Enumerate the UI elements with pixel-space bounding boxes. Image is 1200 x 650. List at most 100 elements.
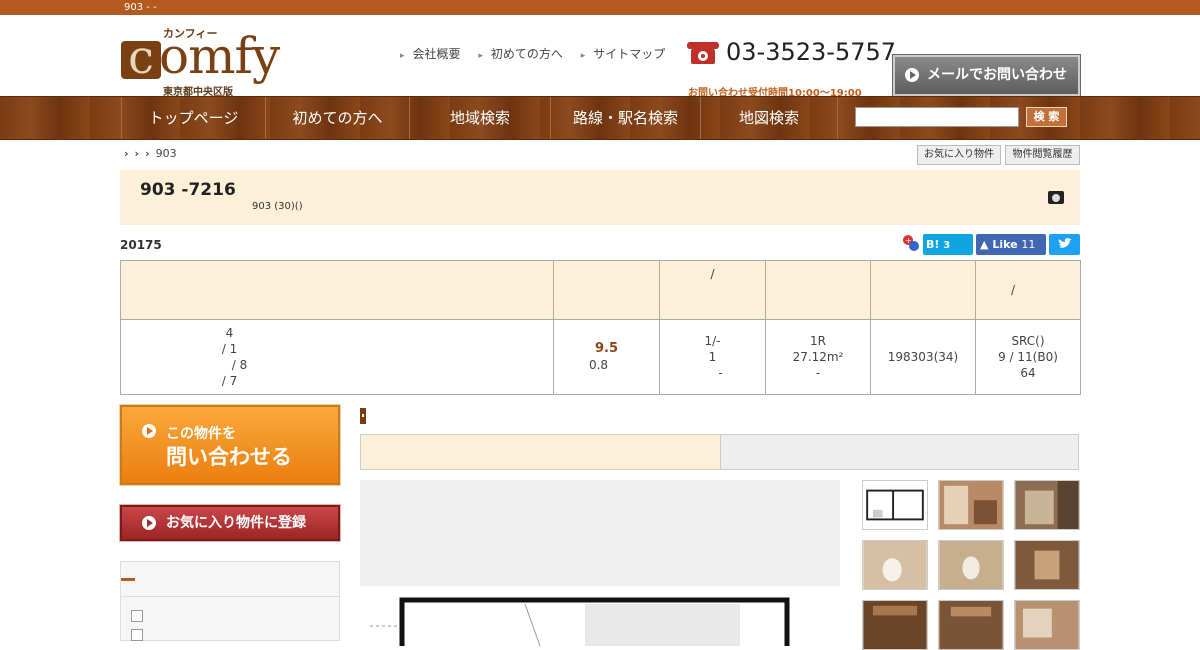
main-nav: トップページ 初めての方へ 地域検索 路線・駅名検索 地図検索 検 索 [0, 96, 1200, 140]
access-cell: 4 / 1 / 8 / 7 [120, 319, 554, 395]
share-icon[interactable]: + [902, 234, 920, 252]
telephone-icon [687, 42, 719, 64]
deposit-line: - [718, 366, 723, 380]
rent-cell: 9.5 0.8 [553, 319, 660, 395]
hatena-count: 3 [943, 240, 951, 251]
facebook-like-button[interactable]: ▲ Like 11 [976, 234, 1046, 255]
search-input[interactable] [855, 107, 1019, 127]
thumbnail-photo[interactable] [862, 600, 928, 650]
deposit-cell: 1/- 1 - [659, 319, 766, 395]
link-first-time[interactable]: 初めての方へ [478, 47, 563, 61]
mail-inquiry-label: メールでお問い合わせ [927, 67, 1067, 83]
thumbnail-photo[interactable] [1014, 540, 1080, 590]
tab-inactive[interactable] [720, 435, 1078, 469]
twitter-bird-icon [1058, 238, 1072, 248]
layout-line: 27.12m² [792, 350, 844, 364]
like-label: Like [992, 238, 1018, 251]
deposit-line: 1 [708, 350, 717, 364]
thumbnail-photo[interactable] [1014, 480, 1080, 530]
twitter-button[interactable] [1049, 234, 1080, 255]
table-header-cell: / [659, 260, 766, 320]
history-button[interactable]: 物件閲覧履歴 [1005, 145, 1080, 165]
logo-c-block: c [121, 34, 161, 80]
checkbox[interactable] [131, 629, 143, 641]
logo-word: omfy [159, 27, 280, 85]
table-header-row: / / [120, 260, 1081, 320]
breadcrumb-sep: › [145, 147, 150, 160]
section-marker [121, 578, 135, 581]
built-cell: 198303(34) [870, 319, 976, 395]
page-subtitle: 903 (30)() [252, 201, 303, 212]
structure-line: 9 / 11(B0) [998, 350, 1058, 364]
header: カンフィー c omfy 東京都中央区版 会社概要 初めての方へ サイトマップ … [0, 15, 1200, 99]
thumbnail-photo[interactable] [938, 540, 1004, 590]
access-line: / 8 [231, 358, 248, 372]
layout-line: 1R [810, 334, 826, 348]
inquire-property-button[interactable]: この物件を 問い合わせる [119, 404, 341, 486]
hatena-label: B! [926, 238, 940, 251]
update-date: 20175 [120, 238, 162, 252]
floor-plan-image [360, 586, 840, 646]
thumbnail-floorplan[interactable] [862, 480, 928, 530]
header-text: / [710, 267, 715, 281]
like-count: 11 [1021, 238, 1036, 251]
comfy-logo[interactable]: カンフィー c omfy 東京都中央区版 [121, 25, 286, 98]
nav-top[interactable]: トップページ [121, 97, 265, 139]
table-header-cell [765, 260, 871, 320]
phone-number[interactable]: 03-3523-5757 [726, 38, 896, 66]
inquire-small-label: この物件を [166, 426, 236, 442]
rent-fee: 0.8 [588, 358, 609, 372]
sidebar-box [120, 561, 340, 641]
table-row: 4 / 1 / 8 / 7 9.5 0.8 1/- 1 - 1R 27.12m²… [120, 319, 1081, 395]
nav-station-search[interactable]: 路線・駅名検索 [550, 97, 700, 139]
header-text: / [1010, 283, 1016, 297]
svg-text:+: + [905, 236, 912, 245]
property-title-box: 903 -7216 903 (30)() [120, 170, 1080, 225]
thumbnail-photo[interactable] [1014, 600, 1080, 650]
link-sitemap[interactable]: サイトマップ [581, 47, 666, 61]
rent-value: 9.5 [594, 341, 619, 356]
layout-cell: 1R 27.12m² - [765, 319, 871, 395]
breadcrumb-sep: › [134, 147, 140, 160]
main-photo-area [360, 480, 840, 586]
favorites-list-button[interactable]: お気に入り物件 [917, 145, 1001, 165]
access-line: 4 [225, 326, 234, 340]
section-marker [360, 408, 366, 424]
divider [121, 596, 339, 597]
breadcrumb: › › › 903 [124, 147, 177, 160]
add-favorite-label: お気に入り物件に登録 [166, 515, 306, 531]
nav-map-search[interactable]: 地図検索 [700, 97, 838, 139]
nav-area-search[interactable]: 地域検索 [409, 97, 550, 139]
structure-line: 64 [1020, 366, 1036, 380]
inquire-large-label: 問い合わせる [166, 445, 292, 469]
checkbox[interactable] [131, 610, 143, 622]
structure-line: SRC() [1011, 334, 1045, 348]
table-header-cell [870, 260, 976, 320]
thumbnail-photo[interactable] [938, 600, 1004, 650]
mail-inquiry-button[interactable]: メールでお問い合わせ [892, 54, 1081, 97]
access-line: / 7 [221, 374, 238, 388]
detail-tabs [360, 434, 1079, 470]
camera-icon[interactable] [1048, 191, 1064, 204]
search-button[interactable]: 検 索 [1026, 107, 1067, 127]
table-header-cell: / [975, 260, 1081, 320]
play-icon [142, 424, 156, 438]
link-company[interactable]: 会社概要 [400, 47, 461, 61]
structure-cell: SRC() 9 / 11(B0) 64 [975, 319, 1081, 395]
page-title: 903 -7216 [140, 180, 236, 200]
hatena-bookmark-button[interactable]: B! 3 [923, 234, 973, 255]
thumbnail-photo[interactable] [938, 480, 1004, 530]
layout-line: - [815, 366, 821, 380]
nav-first-time[interactable]: 初めての方へ [265, 97, 409, 139]
table-header-cell [120, 260, 554, 320]
top-strip: 903 - - [0, 0, 1200, 15]
deposit-line: 1/- [704, 334, 721, 348]
add-favorite-button[interactable]: お気に入り物件に登録 [119, 504, 341, 542]
play-icon [905, 68, 919, 82]
tab-active[interactable] [361, 435, 720, 469]
table-header-cell [553, 260, 660, 320]
play-icon [142, 516, 156, 530]
thumbs-up-icon: ▲ [980, 238, 989, 251]
thumbnail-photo[interactable] [862, 540, 928, 590]
top-strip-text: 903 - - [124, 2, 157, 13]
